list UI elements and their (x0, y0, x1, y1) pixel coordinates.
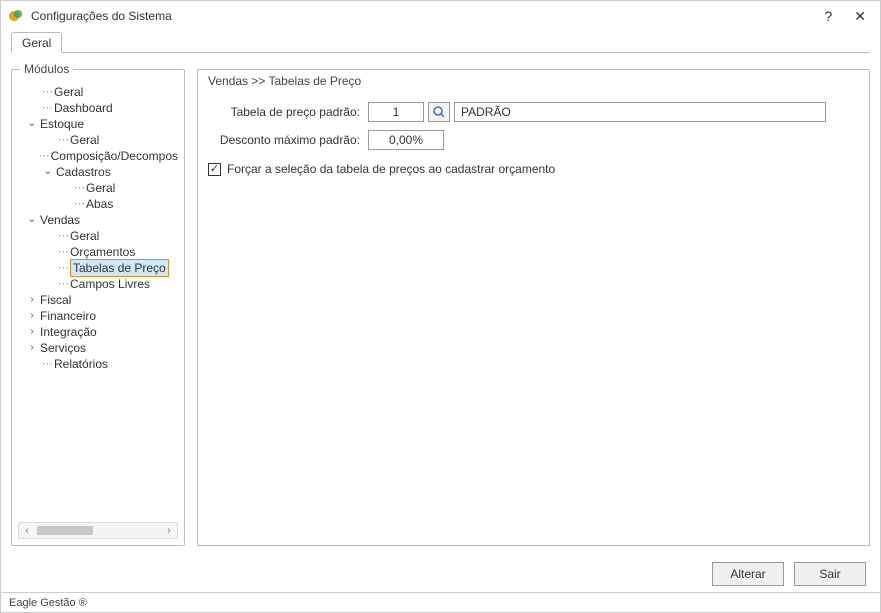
app-icon (7, 7, 25, 25)
tree-item-fiscal[interactable]: › Fiscal (18, 292, 178, 308)
tabela-label: Tabela de preço padrão: (208, 105, 368, 119)
window-title: Configurações do Sistema (31, 9, 824, 23)
tree-item-cadastros-geral[interactable]: ⋯ Geral (18, 180, 178, 196)
tree-label: Cadastros (56, 164, 111, 180)
tree-label: Abas (86, 196, 113, 212)
tree-label-selected: Tabelas de Preço (70, 259, 169, 277)
window: Configurações do Sistema ? ✕ Geral Módul… (0, 0, 881, 613)
tree-label: Composição/Decompos (51, 148, 178, 164)
scroll-left-icon[interactable]: ‹ (19, 525, 35, 536)
search-icon (432, 105, 446, 119)
tree-item-estoque-geral[interactable]: ⋯ Geral (18, 132, 178, 148)
tree-item-cadastros-abas[interactable]: ⋯ Abas (18, 196, 178, 212)
chevron-down-icon[interactable]: ⌄ (26, 212, 38, 228)
tree-label: Relatórios (54, 356, 108, 372)
main-panel: Vendas >> Tabelas de Preço Tabela de pre… (197, 69, 870, 546)
alterar-button[interactable]: Alterar (712, 562, 784, 586)
tree-label: Fiscal (40, 292, 71, 308)
statusbar: Eagle Gestão ® (1, 592, 880, 612)
tree-label: Integração (40, 324, 97, 340)
tree-label: Dashboard (54, 100, 113, 116)
status-text: Eagle Gestão ® (9, 597, 87, 609)
tree-label: Geral (70, 132, 99, 148)
tree-item-vendas-campos[interactable]: ⋯ Campos Livres (18, 276, 178, 292)
tree-item-geral[interactable]: ⋯ Geral (18, 84, 178, 100)
chevron-right-icon[interactable]: › (26, 308, 38, 324)
title-controls: ? ✕ (824, 8, 872, 25)
tree-item-relatorios[interactable]: ⋯ Relatórios (18, 356, 178, 372)
modules-tree: ⋯ Geral ⋯ Dashboard ⌄ Estoque ⋯ Geral ⋯ (18, 80, 178, 518)
desconto-label: Desconto máximo padrão: (208, 133, 368, 147)
tree-item-servicos[interactable]: › Serviços (18, 340, 178, 356)
modules-panel: Módulos ⋯ Geral ⋯ Dashboard ⌄ Estoque ⋯ … (11, 69, 185, 546)
help-button[interactable]: ? (824, 8, 832, 24)
tree-label: Estoque (40, 116, 84, 132)
tab-geral[interactable]: Geral (11, 32, 62, 53)
sair-button[interactable]: Sair (794, 562, 866, 586)
tree-item-vendas-orcamentos[interactable]: ⋯ Orçamentos (18, 244, 178, 260)
breadcrumb: Vendas >> Tabelas de Preço (208, 74, 859, 88)
tree-item-estoque[interactable]: ⌄ Estoque (18, 116, 178, 132)
titlebar: Configurações do Sistema ? ✕ (1, 1, 880, 31)
forcar-checkbox[interactable]: ✓ (208, 163, 221, 176)
tree-item-vendas-tabelas[interactable]: ⋯ Tabelas de Preço (18, 260, 178, 276)
scroll-right-icon[interactable]: › (161, 525, 177, 536)
tree-item-integracao[interactable]: › Integração (18, 324, 178, 340)
scroll-thumb[interactable] (37, 526, 93, 535)
content: Módulos ⋯ Geral ⋯ Dashboard ⌄ Estoque ⋯ … (1, 53, 880, 556)
chevron-down-icon[interactable]: ⌄ (42, 164, 54, 180)
tree-item-financeiro[interactable]: › Financeiro (18, 308, 178, 324)
forcar-label: Forçar a seleção da tabela de preços ao … (227, 162, 555, 176)
desconto-input[interactable]: 0,00% (368, 130, 444, 150)
row-tabela-padrao: Tabela de preço padrão: 1 PADRÃO (208, 102, 859, 122)
tree-label: Campos Livres (70, 276, 150, 292)
close-button[interactable]: ✕ (854, 8, 866, 25)
footer: Alterar Sair (1, 556, 880, 592)
tree-label: Serviços (40, 340, 86, 356)
tabela-id-input[interactable]: 1 (368, 102, 424, 122)
tree-item-cadastros[interactable]: ⌄ Cadastros (18, 164, 178, 180)
tree-hscrollbar[interactable]: ‹ › (18, 522, 178, 539)
lookup-button[interactable] (428, 102, 450, 122)
chevron-right-icon[interactable]: › (26, 292, 38, 308)
tree-label: Financeiro (40, 308, 96, 324)
tree-label: Geral (54, 84, 83, 100)
chevron-down-icon[interactable]: ⌄ (26, 116, 38, 132)
modules-legend: Módulos (20, 62, 73, 76)
tree-item-dashboard[interactable]: ⋯ Dashboard (18, 100, 178, 116)
row-desconto: Desconto máximo padrão: 0,00% (208, 130, 859, 150)
tree-item-estoque-composicao[interactable]: ⋯ Composição/Decompos (18, 148, 178, 164)
tree-label: Vendas (40, 212, 80, 228)
tree-label: Geral (70, 228, 99, 244)
chevron-right-icon[interactable]: › (26, 324, 38, 340)
tree-label: Orçamentos (70, 244, 135, 260)
tree-item-vendas[interactable]: ⌄ Vendas (18, 212, 178, 228)
row-forcar: ✓ Forçar a seleção da tabela de preços a… (208, 162, 859, 176)
chevron-right-icon[interactable]: › (26, 340, 38, 356)
tabela-nome-input[interactable]: PADRÃO (454, 102, 826, 122)
tab-strip: Geral (1, 31, 880, 53)
tree-label: Geral (86, 180, 115, 196)
tree-item-vendas-geral[interactable]: ⋯ Geral (18, 228, 178, 244)
